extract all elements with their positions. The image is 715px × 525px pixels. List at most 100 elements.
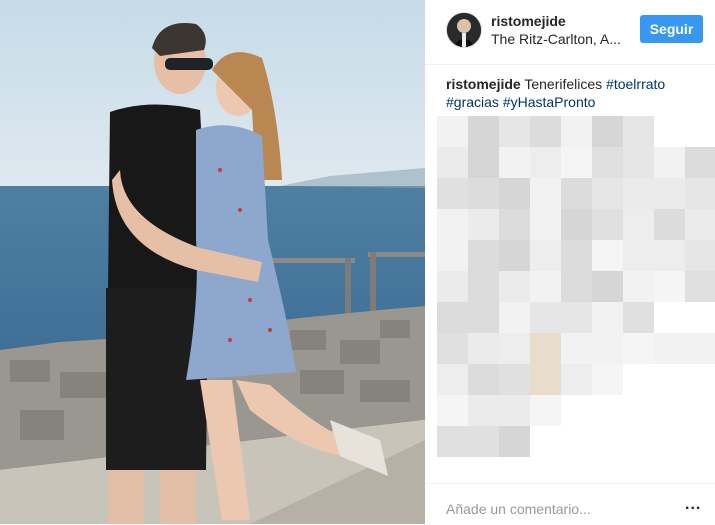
blur-cell <box>530 116 561 147</box>
blur-cell <box>530 271 561 302</box>
comment-input[interactable]: Añade un comentario... <box>446 501 591 517</box>
blur-cell <box>437 240 468 271</box>
comments-blurred <box>437 116 715 476</box>
blur-cell <box>623 271 654 302</box>
blur-cell <box>437 364 468 395</box>
blur-cell <box>654 240 685 271</box>
blur-cell <box>592 209 623 240</box>
blur-cell <box>654 178 685 209</box>
blur-cell <box>685 178 715 209</box>
blur-cell <box>561 271 592 302</box>
blur-cell <box>685 271 715 302</box>
blur-cell <box>561 333 592 364</box>
blur-cell <box>437 147 468 178</box>
blur-cell <box>437 395 468 426</box>
blur-cell <box>499 302 530 333</box>
caption-text: Tenerifelices <box>520 76 607 92</box>
blur-cell <box>561 240 592 271</box>
blur-cell <box>437 333 468 364</box>
hashtag-gracias[interactable]: #gracias <box>446 94 499 110</box>
avatar-image <box>447 13 481 47</box>
blur-cell <box>592 271 623 302</box>
blur-cell <box>623 209 654 240</box>
hashtag-toelrrato[interactable]: #toelrrato <box>606 76 665 92</box>
blur-cell <box>468 364 499 395</box>
blur-cell <box>468 333 499 364</box>
blur-cell <box>468 116 499 147</box>
blur-cell <box>561 364 592 395</box>
blur-cell <box>499 178 530 209</box>
blur-cell <box>468 426 499 457</box>
blur-cell <box>561 302 592 333</box>
blur-cell <box>592 240 623 271</box>
blur-cell <box>623 333 654 364</box>
blur-cell <box>530 302 561 333</box>
post-sidebar: ristomejide The Ritz-Carlton, A... Segui… <box>425 0 715 524</box>
blur-cell <box>592 116 623 147</box>
blur-cell <box>623 240 654 271</box>
post-header: ristomejide The Ritz-Carlton, A... Segui… <box>425 0 715 65</box>
caption-username[interactable]: ristomejide <box>446 76 521 92</box>
blur-cell <box>654 333 685 364</box>
blur-cell <box>499 395 530 426</box>
blur-cell <box>468 395 499 426</box>
blur-cell <box>437 209 468 240</box>
blur-cell <box>530 364 561 395</box>
blur-cell <box>499 426 530 457</box>
blur-cell <box>437 426 468 457</box>
blur-cell <box>468 240 499 271</box>
blur-cell <box>437 178 468 209</box>
blur-cell <box>561 209 592 240</box>
blur-cell <box>468 209 499 240</box>
blur-cell <box>437 116 468 147</box>
caption: ristomejide Tenerifelices #toelrrato #gr… <box>446 75 701 111</box>
blur-cell <box>530 147 561 178</box>
blur-cell <box>499 364 530 395</box>
blur-cell <box>685 240 715 271</box>
blur-cell <box>592 147 623 178</box>
blur-cell <box>685 209 715 240</box>
blur-cell <box>654 147 685 178</box>
blur-cell <box>499 147 530 178</box>
blur-cell <box>530 333 561 364</box>
blur-cell <box>561 147 592 178</box>
blur-cell <box>530 209 561 240</box>
blur-cell <box>685 333 715 364</box>
blur-cell <box>654 271 685 302</box>
blur-cell <box>592 333 623 364</box>
blur-cell <box>592 178 623 209</box>
blur-cell <box>499 333 530 364</box>
blur-cell <box>530 240 561 271</box>
blur-cell <box>530 178 561 209</box>
blur-cell <box>592 364 623 395</box>
blur-cell <box>561 116 592 147</box>
more-options-icon[interactable]: ... <box>685 496 701 514</box>
blur-cell <box>685 147 715 178</box>
post-image <box>0 0 425 524</box>
blur-cell <box>468 302 499 333</box>
username[interactable]: ristomejide <box>491 13 566 29</box>
post-photo[interactable] <box>0 0 425 524</box>
hashtag-yhastapronto[interactable]: #yHastaPronto <box>503 94 596 110</box>
blur-cell <box>592 302 623 333</box>
blur-cell <box>623 116 654 147</box>
blur-cell <box>468 178 499 209</box>
blur-cell <box>468 147 499 178</box>
blur-cell <box>499 271 530 302</box>
comment-bar: Añade un comentario... ... <box>425 483 715 525</box>
blur-cell <box>561 178 592 209</box>
blur-cell <box>499 240 530 271</box>
blur-cell <box>654 209 685 240</box>
avatar[interactable] <box>446 12 482 48</box>
blur-cell <box>468 271 499 302</box>
blur-cell <box>623 147 654 178</box>
blur-cell <box>437 302 468 333</box>
follow-button[interactable]: Seguir <box>640 15 703 43</box>
blur-cell <box>437 271 468 302</box>
blur-cell <box>499 209 530 240</box>
blur-cell <box>530 395 561 426</box>
location[interactable]: The Ritz-Carlton, A... <box>491 31 621 47</box>
blur-cell <box>623 178 654 209</box>
blur-cell <box>499 116 530 147</box>
blur-cell <box>623 302 654 333</box>
